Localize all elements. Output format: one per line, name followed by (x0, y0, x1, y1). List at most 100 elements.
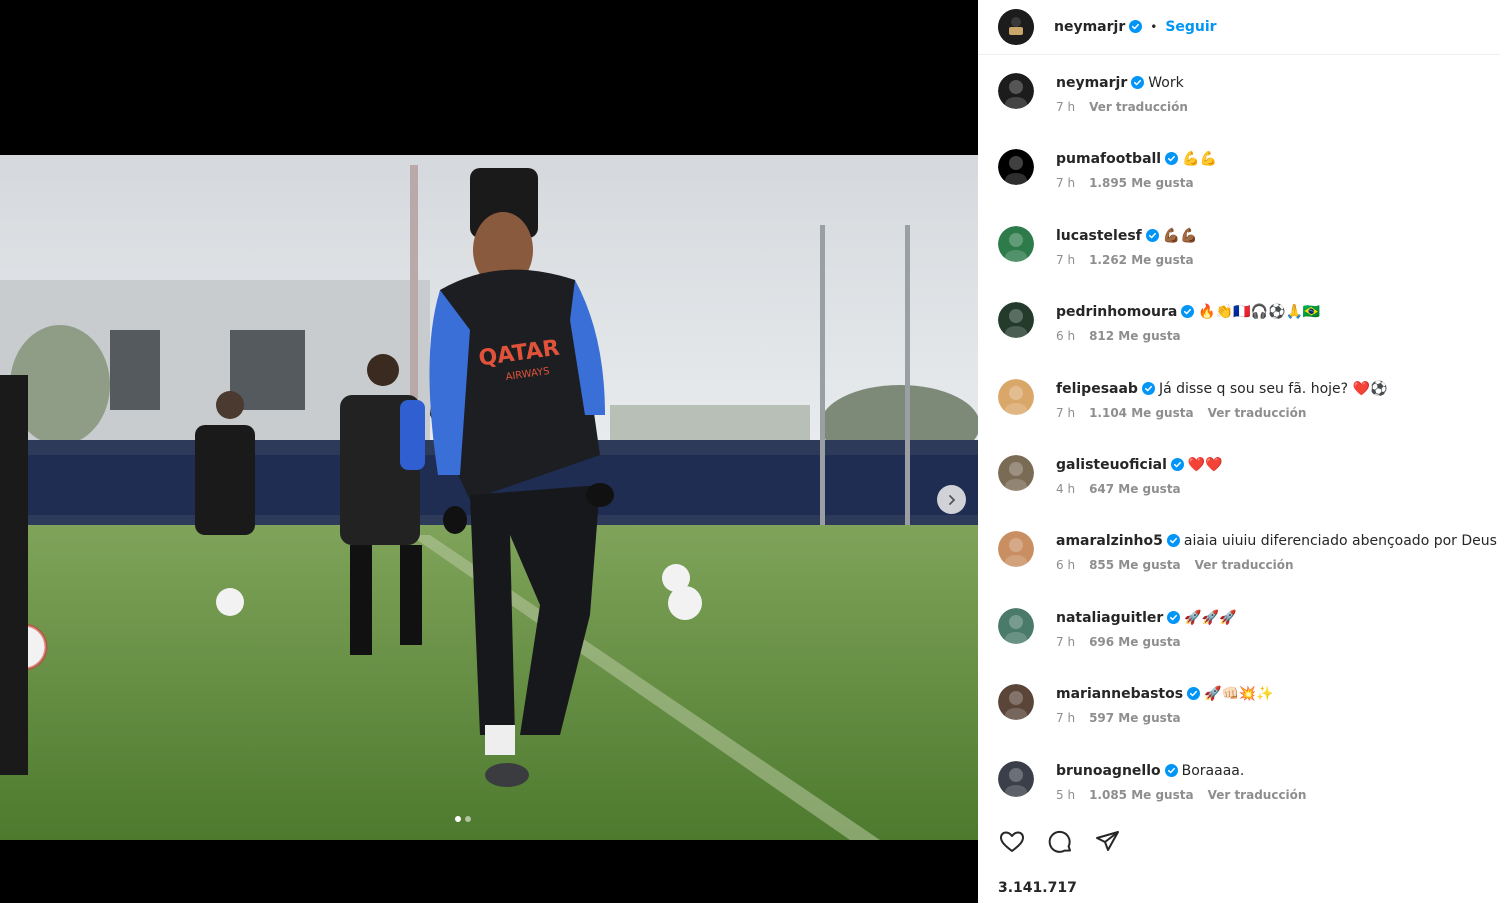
commenter-username[interactable]: neymarjr (1056, 75, 1127, 91)
comment-likes[interactable]: 597 Me gusta (1089, 711, 1181, 725)
verified-badge-icon (1170, 458, 1184, 471)
like-button[interactable] (998, 828, 1026, 856)
comment-time[interactable]: 7 h (1056, 406, 1075, 420)
comment-likes[interactable]: 1.104 Me gusta (1089, 406, 1194, 420)
commenter-avatar[interactable] (998, 607, 1034, 644)
commenter-avatar[interactable] (998, 73, 1034, 109)
comment-time[interactable]: 7 h (1056, 100, 1075, 114)
comment-body: mariannebastos 🚀👊🏻💥✨ 7 h 597 Me gusta (1056, 684, 1500, 725)
comment-body: pumafootball 💪💪 7 h 1.895 Me gusta (1056, 149, 1500, 190)
header-separator: • (1150, 20, 1158, 34)
carousel-next-button[interactable] (937, 485, 966, 514)
commenter-avatar[interactable] (998, 455, 1034, 491)
comment-time[interactable]: 5 h (1056, 788, 1075, 802)
commenter-avatar[interactable] (998, 378, 1034, 415)
comment-line: pumafootball 💪💪 (1056, 149, 1500, 169)
comment-meta: 7 h 1.104 Me gusta Ver traducción (1056, 406, 1500, 420)
avatar-image (998, 378, 1034, 415)
likes-count[interactable]: 3.141.717 (998, 880, 1077, 896)
post-side-panel: neymarjr • Seguir neymarjr Work 7 h Ver tra… (978, 0, 1500, 903)
comment-body: amaralzinho5 aiaia uiuiu diferenciado abe… (1056, 531, 1500, 572)
comment-button[interactable] (1046, 828, 1074, 856)
heart-icon (1000, 831, 1024, 852)
verified-badge-icon (1181, 305, 1195, 319)
comment-likes[interactable]: 855 Me gusta (1089, 558, 1181, 572)
commenter-username[interactable]: nataliaguitler (1056, 610, 1163, 626)
comment-text: aiaia uiuiu diferenciado abençoado por D… (1183, 533, 1497, 550)
comment-text: 💪🏾💪🏾 (1162, 227, 1198, 244)
comment-likes[interactable]: 812 Me gusta (1089, 329, 1181, 343)
comment-line: pedrinhomoura 🔥👏🇫🇷🎧⚽🙏🇧🇷 (1056, 302, 1500, 322)
comment-time[interactable]: 7 h (1056, 711, 1075, 725)
comment-likes[interactable]: 1.085 Me gusta (1089, 788, 1194, 802)
share-button[interactable] (1094, 828, 1122, 856)
comment-meta: 5 h 1.085 Me gusta Ver traducción (1056, 788, 1500, 802)
comment-time[interactable]: 6 h (1056, 558, 1075, 572)
comment-item: amaralzinho5 aiaia uiuiu diferenciado abe… (998, 528, 1500, 588)
comment-time[interactable]: 7 h (1056, 635, 1075, 649)
comment-text: 🚀👊🏻💥✨ (1204, 686, 1274, 703)
share-icon (1096, 831, 1119, 851)
verified-badge-icon (1129, 20, 1143, 33)
comment-likes[interactable]: 1.895 Me gusta (1089, 176, 1194, 190)
comment-text: 🔥👏🇫🇷🎧⚽🙏🇧🇷 (1198, 304, 1321, 321)
comment-likes[interactable]: 1.262 Me gusta (1089, 253, 1194, 267)
comment-line: mariannebastos 🚀👊🏻💥✨ (1056, 684, 1500, 704)
comment-time[interactable]: 6 h (1056, 329, 1075, 343)
post-header: neymarjr • Seguir (978, 0, 1500, 55)
commenter-avatar[interactable] (998, 684, 1034, 721)
commenter-avatar[interactable] (998, 225, 1034, 262)
comment-item: neymarjr Work 7 h Ver traducción (998, 70, 1500, 130)
commenter-avatar[interactable] (998, 302, 1034, 339)
comment-line: brunoagnello Boraaaa. (1056, 761, 1500, 781)
post-photo[interactable]: QATAR AIRWAYS (0, 155, 978, 840)
author-username-text: neymarjr (1054, 19, 1126, 35)
comment-meta: 7 h 597 Me gusta (1056, 711, 1500, 725)
author-avatar[interactable] (998, 9, 1034, 45)
comment-item: pumafootball 💪💪 7 h 1.895 Me gusta (998, 146, 1500, 206)
comment-time[interactable]: 7 h (1056, 253, 1075, 267)
translate-link[interactable]: Ver traducción (1208, 406, 1307, 420)
verified-badge-icon (1164, 763, 1178, 777)
comment-meta: 7 h Ver traducción (1056, 100, 1500, 114)
author-username[interactable]: neymarjr (1054, 19, 1143, 35)
comment-line: lucastelesf 💪🏾💪🏾 (1056, 226, 1500, 246)
comment-text: ❤️❤️ (1187, 457, 1223, 473)
commenter-avatar[interactable] (998, 760, 1034, 797)
translate-link[interactable]: Ver traducción (1089, 100, 1188, 114)
verified-badge-icon (1145, 228, 1159, 242)
commenter-username[interactable]: lucastelesf (1056, 228, 1142, 244)
commenter-username[interactable]: galisteuoficial (1056, 457, 1167, 473)
comment-item: pedrinhomoura 🔥👏🇫🇷🎧⚽🙏🇧🇷 6 h 812 Me gusta (998, 299, 1500, 359)
comment-line: felipesaab Já disse q sou seu fã. hoje? ❤… (1056, 379, 1500, 399)
commenter-username[interactable]: mariannebastos (1056, 686, 1183, 702)
comment-item: galisteuoficial ❤️❤️ 4 h 647 Me gusta (998, 452, 1500, 512)
commenter-username[interactable]: pumafootball (1056, 151, 1161, 167)
post-media: QATAR AIRWAYS (0, 0, 978, 903)
follow-button[interactable]: Seguir (1165, 19, 1216, 35)
comment-likes[interactable]: 647 Me gusta (1089, 482, 1181, 496)
avatar-image (998, 225, 1034, 262)
carousel-dot (465, 816, 471, 822)
comment-body: pedrinhomoura 🔥👏🇫🇷🎧⚽🙏🇧🇷 6 h 812 Me gusta (1056, 302, 1500, 343)
avatar-image (998, 302, 1034, 339)
comment-time[interactable]: 4 h (1056, 482, 1075, 496)
commenter-username[interactable]: pedrinhomoura (1056, 304, 1177, 320)
comment-time[interactable]: 7 h (1056, 176, 1075, 190)
commenter-username[interactable]: brunoagnello (1056, 763, 1161, 779)
commenter-avatar[interactable] (998, 149, 1034, 186)
commenter-avatar[interactable] (998, 531, 1034, 568)
comment-item: felipesaab Já disse q sou seu fã. hoje? ❤… (998, 376, 1500, 436)
comment-likes[interactable]: 696 Me gusta (1089, 635, 1181, 649)
commenter-username[interactable]: felipesaab (1056, 381, 1138, 397)
translate-link[interactable]: Ver traducción (1195, 558, 1294, 572)
commenter-username[interactable]: amaralzinho5 (1056, 533, 1163, 549)
carousel-indicator (455, 816, 471, 822)
comment-line: amaralzinho5 aiaia uiuiu diferenciado abe… (1056, 531, 1500, 551)
avatar-image (998, 455, 1034, 491)
translate-link[interactable]: Ver traducción (1208, 788, 1307, 802)
avatar-image (998, 607, 1034, 644)
comment-line: galisteuoficial ❤️❤️ (1056, 455, 1500, 475)
verified-badge-icon (1131, 76, 1145, 89)
comment-body: galisteuoficial ❤️❤️ 4 h 647 Me gusta (1056, 455, 1500, 496)
